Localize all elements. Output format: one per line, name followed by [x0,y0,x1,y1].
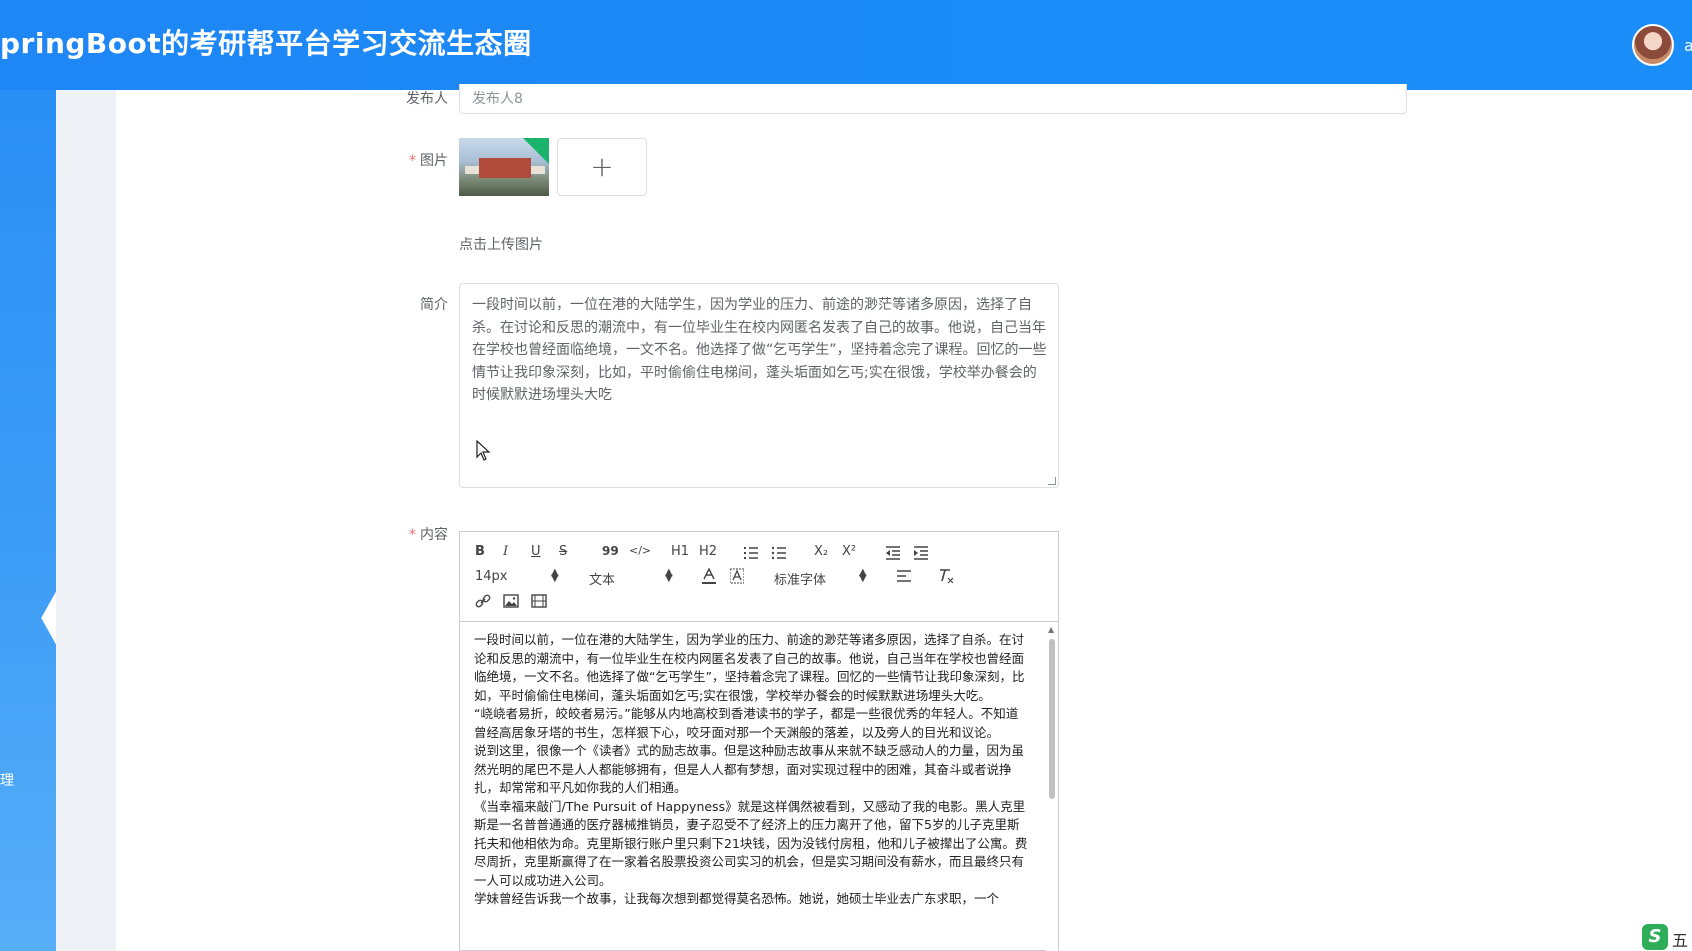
image-upload-button[interactable]: + [557,138,647,196]
indent-icon[interactable] [913,546,929,560]
publisher-label: 发布人 [406,91,448,107]
underline-button[interactable]: U [531,544,541,559]
resize-handle-icon[interactable] [1048,477,1056,485]
blockquote-button[interactable]: 99 [602,544,619,558]
editor-paragraph: 说到这里，很像一个《读者》式的励志故事。但是这种励志故事从来就不缺乏感动人的力量… [474,743,1025,795]
bullet-list-icon[interactable] [771,546,787,560]
chevron-updown-icon: ▲ ▼ [551,567,559,584]
publisher-input[interactable]: 发布人8 [459,84,1407,114]
image-corner-badge [523,138,549,164]
superscript-button[interactable]: X² [842,544,856,559]
link-icon[interactable] [475,594,491,608]
clear-format-icon[interactable] [938,568,954,584]
editor-paragraph: 一段时间以前，一位在港的大陆学生，因为学业的压力、前途的渺茫等诸多原因，选择了自… [474,632,1025,703]
ime-mode-text: 五 [1672,931,1689,950]
scrollbar-thumb[interactable] [1049,639,1055,799]
chevron-updown-icon: ▲ ▼ [665,567,673,584]
plus-icon: + [590,150,614,183]
editor-paragraph: 学妹曾经告诉我一个故事，让我每次想到都觉得莫名恐怖。她说，她硕士毕业去广东求职，… [474,891,1000,906]
image-label: * 图片 [409,153,448,169]
video-icon[interactable] [531,594,547,608]
rich-text-editor: B I U S 99 </> H1 H2 X₂ X² 14px ▲ ▼ 文本 ▲ ▼ [459,531,1059,951]
app-title: pringBoot的考研帮平台学习交流生态圈 [0,27,532,60]
sidebar-item-label[interactable]: 理 [0,770,14,790]
username[interactable]: a [1684,36,1692,55]
scroll-up-icon[interactable]: ▲ [1048,625,1054,634]
mouse-cursor-icon [476,440,491,461]
editor-paragraph: 《当幸福来敲门/The Pursuit of Happyness》就是这样偶然被… [474,798,1028,888]
intro-label: 简介 [420,297,448,313]
uploaded-image-thumbnail[interactable] [459,138,549,196]
bold-button[interactable]: B [475,544,485,559]
publisher-value: 发布人8 [472,91,523,107]
upload-hint: 点击上传图片 [459,237,543,253]
ime-s-icon: S [1642,924,1668,950]
ime-logo[interactable]: S 五 [1642,924,1692,951]
italic-button[interactable]: I [503,544,508,559]
text-color-icon[interactable] [702,568,716,584]
format-select[interactable]: 文本 [589,569,615,588]
header1-button[interactable]: H1 [671,544,689,559]
intro-text: 一段时间以前，一位在港的大陆学生，因为学业的压力、前途的渺茫等诸多原因，选择了自… [472,297,1047,403]
background-color-icon[interactable] [730,568,744,584]
chevron-updown-icon: ▲ ▼ [859,567,867,584]
code-block-button[interactable]: </> [629,544,651,557]
user-avatar[interactable] [1632,24,1674,66]
ordered-list-icon[interactable] [743,546,759,560]
align-icon[interactable] [896,570,912,582]
top-header: pringBoot的考研帮平台学习交流生态圈 a [0,0,1692,90]
editor-scrollbar[interactable]: ▲ [1046,623,1058,951]
strike-button[interactable]: S [559,544,567,559]
editor-text: 一段时间以前，一位在港的大陆学生，因为学业的压力、前途的渺茫等诸多原因，选择了自… [474,631,1030,909]
content-label: * 内容 [409,527,448,543]
editor-toolbar: B I U S 99 </> H1 H2 X₂ X² 14px ▲ ▼ 文本 ▲ ▼ [460,532,1058,622]
intro-textarea[interactable]: 一段时间以前，一位在港的大陆学生，因为学业的压力、前途的渺茫等诸多原因，选择了自… [459,283,1059,488]
image-icon[interactable] [503,594,519,608]
subscript-button[interactable]: X₂ [814,544,828,559]
content-gutter [56,90,116,951]
font-size-select[interactable]: 14px [475,569,508,584]
font-family-select[interactable]: 标准字体 [774,569,826,588]
sidebar: 理 [0,90,56,951]
editor-paragraph: “峣峣者易折，皎皎者易污。”能够从内地高校到香港读书的学子，都是一些很优秀的年轻… [474,706,1019,740]
outdent-icon[interactable] [885,546,901,560]
header2-button[interactable]: H2 [699,544,717,559]
editor-content-area[interactable]: 一段时间以前，一位在港的大陆学生，因为学业的压力、前途的渺茫等诸多原因，选择了自… [460,623,1058,951]
